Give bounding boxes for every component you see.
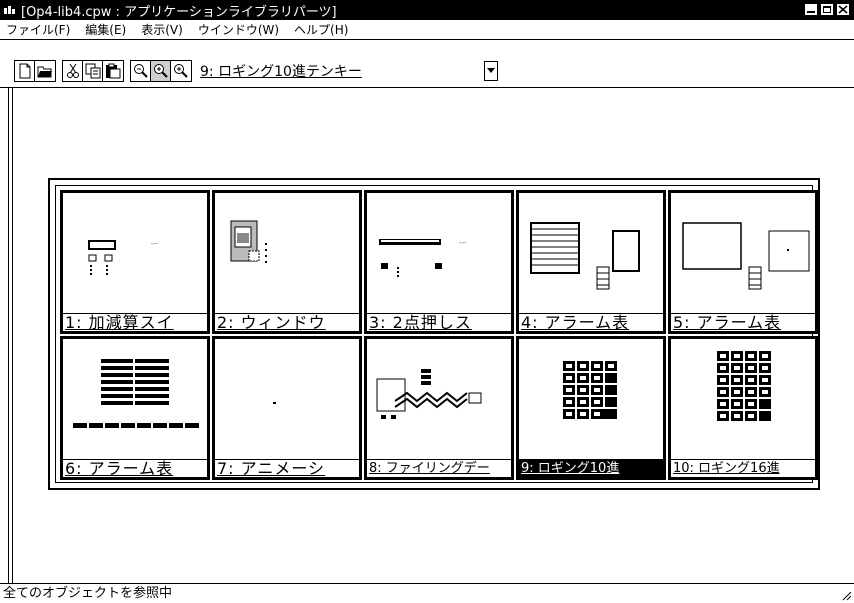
part-thumbnail xyxy=(273,402,276,404)
maximize-button[interactable] xyxy=(820,3,834,16)
parts-library-panel: -.-- 1: 加減算スイ 2: ウィンドウ -.-- 3: 2点押しス 4: … xyxy=(48,178,820,490)
zoom-in-button[interactable] xyxy=(171,61,191,81)
svg-text:-.--: -.-- xyxy=(459,240,466,246)
parts-grid: -.-- 1: 加減算スイ 2: ウィンドウ -.-- 3: 2点押しス 4: … xyxy=(60,190,820,480)
parts-dropdown-value: 9: ロギング10進テンキー xyxy=(200,64,362,80)
menu-window[interactable]: ウインドウ(W) xyxy=(192,21,288,38)
part-tile-4[interactable]: 4: アラーム表 xyxy=(516,190,666,334)
part-label: 9: ロギング10進 xyxy=(519,459,663,477)
new-file-button[interactable] xyxy=(15,61,35,81)
part-label: 8: ファイリングデー xyxy=(367,459,511,477)
menu-edit[interactable]: 編集(E) xyxy=(79,21,135,38)
zoom-out-icon xyxy=(133,64,148,78)
zoom-out-button[interactable] xyxy=(131,61,151,81)
new-file-icon xyxy=(19,63,30,79)
part-thumbnail xyxy=(682,222,810,290)
copy-button[interactable] xyxy=(83,61,103,81)
window-frame-left xyxy=(8,88,13,583)
part-tile-9[interactable]: 9: ロギング10進 xyxy=(516,336,666,480)
file-button-group xyxy=(14,60,56,82)
cut-icon xyxy=(66,63,79,78)
part-tile-7[interactable]: 7: アニメーシ xyxy=(212,336,362,480)
part-thumbnail xyxy=(563,361,617,419)
menu-view[interactable]: 表示(V) xyxy=(135,21,192,38)
zoom-button-group xyxy=(130,60,192,82)
part-label: 6: アラーム表 xyxy=(63,459,207,477)
part-thumbnail xyxy=(376,369,482,419)
menu-help[interactable]: ヘルプ(H) xyxy=(288,21,357,38)
part-tile-5[interactable]: 5: アラーム表 xyxy=(668,190,818,334)
app-icon xyxy=(4,6,15,14)
part-label: 4: アラーム表 xyxy=(519,313,663,331)
title-bar: [Op4-lib4.cpw : アプリケーションライブラリパーツ] xyxy=(0,0,854,20)
status-bar: 全てのオブジェクトを参照中 xyxy=(0,583,854,603)
part-tile-3[interactable]: -.-- 3: 2点押しス xyxy=(364,190,514,334)
part-label: 10: ロギング16進 xyxy=(671,459,815,477)
open-file-button[interactable] xyxy=(35,61,55,81)
part-label: 2: ウィンドウ xyxy=(215,313,359,331)
window-title: [Op4-lib4.cpw : アプリケーションライブラリパーツ] xyxy=(21,4,337,20)
open-file-icon xyxy=(37,66,52,78)
chevron-down-icon xyxy=(487,68,495,73)
edit-button-group xyxy=(62,60,124,82)
part-tile-10[interactable]: 10: ロギング16進 xyxy=(668,336,818,480)
part-thumbnail xyxy=(73,359,199,428)
part-label: 3: 2点押しス xyxy=(367,313,511,331)
status-text: 全てのオブジェクトを参照中 xyxy=(3,586,173,601)
part-label: 5: アラーム表 xyxy=(671,313,815,331)
parts-dropdown[interactable]: 9: ロギング10進テンキー xyxy=(200,61,498,81)
menu-file[interactable]: ファイル(F) xyxy=(0,21,79,38)
part-thumbnail xyxy=(230,220,267,263)
part-tile-8[interactable]: 8: ファイリングデー xyxy=(364,336,514,480)
part-thumbnail xyxy=(530,222,640,290)
close-icon xyxy=(838,5,848,14)
part-thumbnail: -.-- xyxy=(379,239,466,277)
zoom-button[interactable] xyxy=(151,61,171,81)
svg-text:-.--: -.-- xyxy=(151,241,158,247)
part-tile-6[interactable]: 6: アラーム表 xyxy=(60,336,210,480)
menu-bar: ファイル(F) 編集(E) 表示(V) ウインドウ(W) ヘルプ(H) xyxy=(0,20,854,40)
part-label: 7: アニメーシ xyxy=(215,459,359,477)
copy-icon xyxy=(85,63,100,79)
part-thumbnail: -.-- xyxy=(88,240,158,275)
part-label: 1: 加減算スイ xyxy=(63,313,207,331)
zoom-icon xyxy=(153,64,168,78)
toolbar: 9: ロギング10進テンキー xyxy=(0,58,854,88)
paste-button[interactable] xyxy=(103,61,123,81)
cut-button[interactable] xyxy=(63,61,83,81)
parts-library-inner: -.-- 1: 加減算スイ 2: ウィンドウ -.-- 3: 2点押しス 4: … xyxy=(55,185,818,483)
minimize-button[interactable] xyxy=(804,3,818,16)
part-thumbnail xyxy=(717,351,771,421)
paste-icon xyxy=(106,63,121,79)
part-tile-2[interactable]: 2: ウィンドウ xyxy=(212,190,362,334)
part-tile-1[interactable]: -.-- 1: 加減算スイ xyxy=(60,190,210,334)
close-button[interactable] xyxy=(836,3,850,16)
dropdown-arrow-button[interactable] xyxy=(484,61,498,81)
resize-grip-icon[interactable] xyxy=(840,589,852,601)
zoom-in-icon xyxy=(174,64,188,78)
